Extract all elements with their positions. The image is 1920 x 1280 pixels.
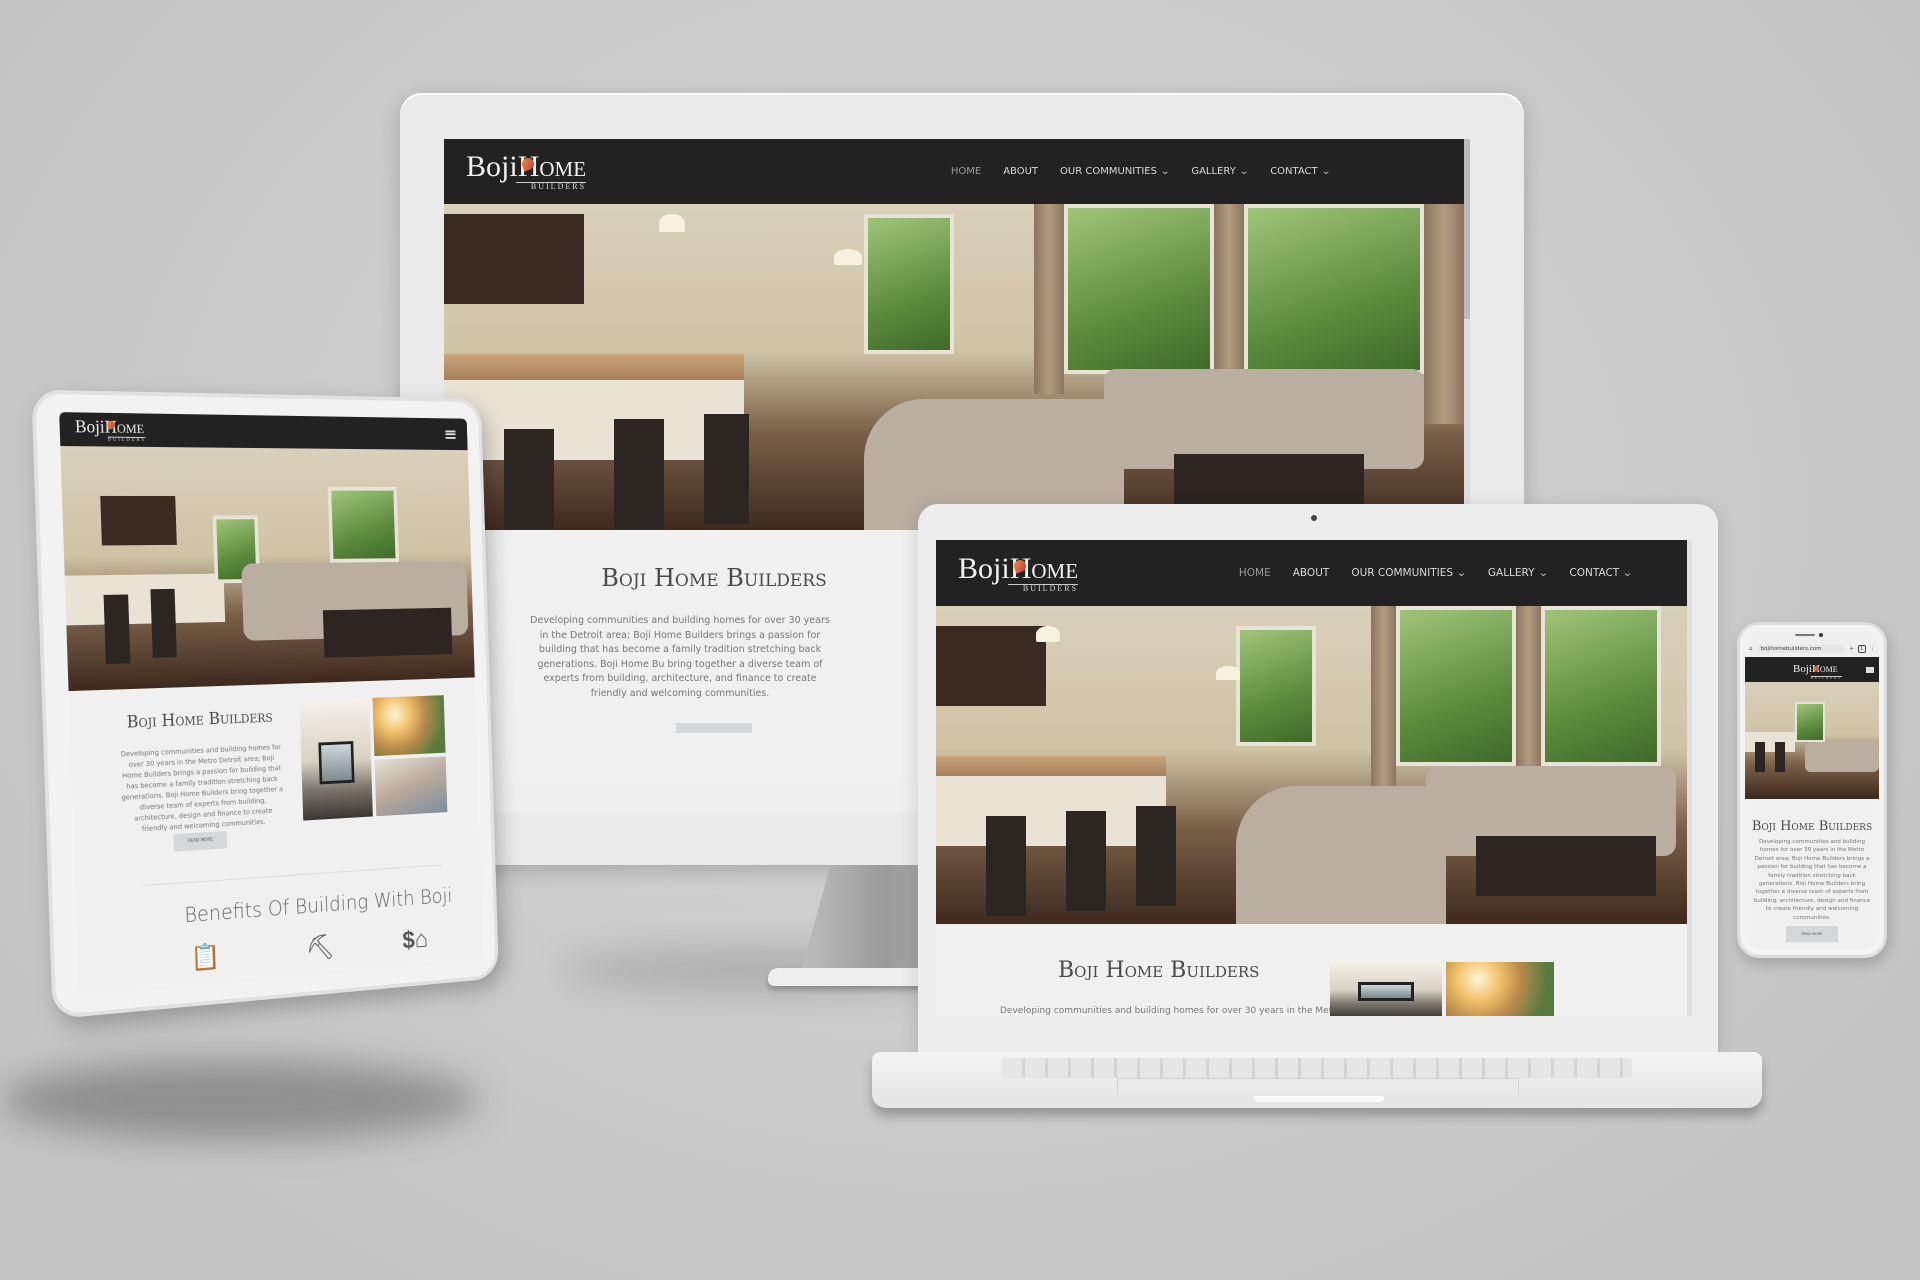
hero-image-kitchen-living-room [444, 204, 1470, 530]
hamburger-menu-icon[interactable] [445, 429, 456, 439]
photo-interior [299, 699, 373, 821]
chevron-down-icon: ⌄ [1160, 166, 1171, 177]
laptop-screen: BojiHome BUILDERS HOME ABOUT OUR COMMUNI… [936, 540, 1692, 1016]
nav-home[interactable]: HOME [1239, 567, 1271, 579]
home-icon[interactable]: ⌂ [1749, 646, 1753, 652]
nav-label: OUR COMMUNITIES [1351, 567, 1454, 579]
browser-toolbar: ⌂ bojihomebuilders.com + 1 ⋮ [1745, 641, 1879, 657]
about-section: Boji Home Builders Developing communitie… [936, 924, 1692, 1016]
more-menu-icon[interactable]: ⋮ [1870, 646, 1876, 652]
read-more-button[interactable]: READ MORE [173, 830, 228, 852]
chevron-down-icon: ⌄ [1456, 567, 1467, 579]
logo-subtitle: BUILDERS [1008, 583, 1079, 593]
logo-subtitle: BUILDERS [516, 182, 587, 191]
hero-image-kitchen-living-room [1745, 682, 1879, 799]
tablet-screen: BojiHome BUILDERS Boji Home Builders Dev… [59, 412, 484, 997]
main-nav: HOME ABOUT OUR COMMUNITIES ⌄ GALLERY ⌄ CON… [1217, 567, 1633, 579]
nav-gallery[interactable]: GALLERY ⌄ [1191, 166, 1250, 177]
webcam [1311, 515, 1317, 521]
laptop-device: BojiHome BUILDERS HOME ABOUT OUR COMMUNI… [918, 504, 1718, 1052]
nav-contact[interactable]: CONTACT ⌄ [1569, 567, 1632, 579]
site-logo[interactable]: BojiHome BUILDERS [1793, 660, 1842, 680]
hamburger-menu-icon[interactable] [1866, 666, 1874, 673]
scrollbar[interactable] [1687, 540, 1692, 1016]
nav-label: GALLERY [1487, 567, 1535, 579]
logo-text: ome [116, 416, 145, 437]
section-title: Boji Home Builders [601, 564, 827, 592]
logo-text: ome [1819, 662, 1838, 675]
read-more-button[interactable] [676, 723, 752, 733]
logo-text: ome [539, 150, 587, 183]
chevron-down-icon: ⌄ [1622, 567, 1633, 579]
nav-label: CONTACT [1270, 166, 1318, 177]
trackpad [1117, 1078, 1519, 1095]
dollar-house-icon: $⌂ [402, 924, 428, 955]
section-title: Boji Home Builders [1058, 958, 1260, 983]
logo-subtitle: BUILDERS [107, 436, 146, 443]
logo-text: Boji [74, 415, 105, 437]
hammer-icon: ⛏ [305, 931, 336, 963]
site-header: BojiHome BUILDERS [1745, 657, 1879, 682]
chevron-down-icon: ⌄ [1320, 166, 1331, 177]
read-more-button[interactable]: READ MORE [1786, 926, 1838, 943]
chevron-down-icon: ⌄ [1537, 567, 1549, 579]
nav-gallery[interactable]: GALLERY ⌄ [1488, 567, 1548, 579]
nav-label: CONTACT [1569, 567, 1620, 579]
section-title: Boji Home Builders [1751, 819, 1873, 834]
nav-label: OUR COMMUNITIES [1060, 166, 1157, 177]
house-icon: ⌂ [414, 924, 429, 954]
intro-text: Developing communities and building home… [530, 615, 830, 699]
logo-text: Boji [1793, 662, 1812, 675]
laptop-keyboard-base [872, 1052, 1762, 1108]
nav-home[interactable]: HOME [951, 166, 981, 177]
intro-text: Developing communities and building home… [120, 742, 284, 834]
clipboard-icon: 📋 [189, 940, 221, 973]
intro-text: Developing communities and building home… [1000, 1006, 1342, 1016]
phone-screen: ⌂ bojihomebuilders.com + 1 ⋮ BojiHome BU… [1745, 631, 1879, 949]
site-logo[interactable]: BojiHome BUILDERS [466, 150, 587, 191]
tabs-icon[interactable]: 1 [1858, 645, 1866, 653]
nav-about[interactable]: ABOUT [1293, 567, 1330, 579]
photo-family-outdoors [372, 695, 446, 757]
logo-text: Boji [958, 551, 1010, 585]
site-header: BojiHome BUILDERS HOME ABOUT OUR COMMUNI… [444, 139, 1470, 204]
site-header: BojiHome BUILDERS [59, 412, 468, 451]
main-nav: HOME ABOUT OUR COMMUNITIES ⌄ GALLERY ⌄ CON… [929, 166, 1331, 177]
photo-senior-couple [374, 756, 448, 817]
logo-subtitle: BUILDERS [1811, 675, 1842, 680]
about-section: Boji Home Builders Developing communitie… [69, 677, 480, 972]
phone-notch [1745, 631, 1879, 641]
nav-label: GALLERY [1191, 166, 1236, 177]
section-divider [141, 864, 443, 887]
photo-family-outdoors [1446, 962, 1554, 1016]
site-header: BojiHome BUILDERS HOME ABOUT OUR COMMUNI… [936, 540, 1692, 606]
lid-notch [1254, 1096, 1384, 1102]
chevron-down-icon: ⌄ [1238, 166, 1250, 177]
photo-interior [1330, 962, 1442, 1016]
logo-text: Boji [466, 150, 518, 183]
hero-image-kitchen-living-room [60, 446, 475, 692]
benefits-heading: Benefits Of Building With Boji [184, 884, 453, 928]
keyboard [1002, 1058, 1632, 1078]
section-title: Boji Home Builders [126, 707, 274, 733]
site-logo[interactable]: BojiHome BUILDERS [74, 415, 146, 443]
logo-text: ome [1031, 551, 1079, 585]
phone-device: ⌂ bojihomebuilders.com + 1 ⋮ BojiHome BU… [1737, 622, 1887, 958]
hero-image-kitchen-living-room [936, 606, 1692, 924]
tablet-device: BojiHome BUILDERS Boji Home Builders Dev… [31, 389, 499, 1020]
nav-our-communities[interactable]: OUR COMMUNITIES ⌄ [1060, 166, 1171, 177]
about-section: Boji Home Builders Developing communitie… [504, 530, 924, 780]
about-section: Boji Home Builders Developing communitie… [1745, 799, 1879, 943]
tablet-shadow [0, 1060, 480, 1140]
nav-contact[interactable]: CONTACT ⌄ [1270, 166, 1331, 177]
intro-text: Developing communities and building home… [1753, 839, 1871, 921]
site-logo[interactable]: BojiHome BUILDERS [958, 551, 1079, 593]
nav-our-communities[interactable]: OUR COMMUNITIES ⌄ [1351, 567, 1466, 579]
url-bar[interactable]: bojihomebuilders.com [1756, 645, 1846, 653]
nav-about[interactable]: ABOUT [1003, 166, 1038, 177]
new-tab-icon[interactable]: + [1849, 646, 1854, 652]
